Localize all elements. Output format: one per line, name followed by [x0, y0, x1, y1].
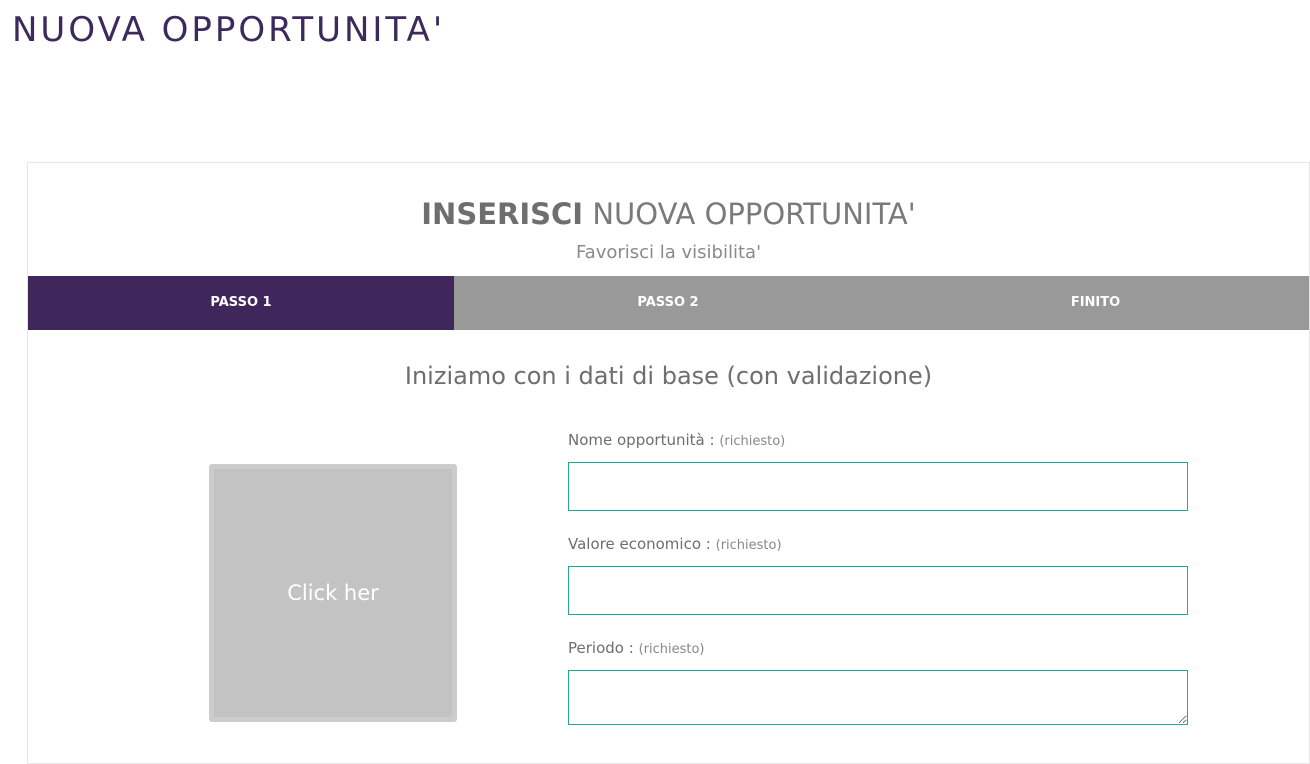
- period-textarea[interactable]: [568, 670, 1188, 725]
- value-label-text: Valore economico :: [568, 535, 711, 553]
- period-required-hint: (richiesto): [638, 642, 705, 657]
- name-field-label: Nome opportunità : (richiesto): [568, 431, 785, 449]
- opportunity-name-input[interactable]: [568, 462, 1188, 511]
- image-upload-area[interactable]: Click her: [209, 464, 457, 722]
- page-title: NUOVA OPPORTUNITA': [12, 10, 446, 50]
- period-field-label: Periodo : (richiesto): [568, 639, 704, 657]
- name-label-text: Nome opportunità :: [568, 431, 715, 449]
- value-required-hint: (richiesto): [715, 538, 782, 553]
- card-heading: INSERISCI NUOVA OPPORTUNITA': [28, 197, 1309, 231]
- opportunity-card: INSERISCI NUOVA OPPORTUNITA' Favorisci l…: [27, 162, 1310, 764]
- period-label-text: Periodo :: [568, 639, 634, 657]
- image-upload-label: Click her: [287, 581, 379, 605]
- card-heading-rest: NUOVA OPPORTUNITA': [592, 197, 916, 231]
- card-heading-strong: INSERISCI: [421, 197, 584, 231]
- value-field-label: Valore economico : (richiesto): [568, 535, 782, 553]
- step-2-tab[interactable]: PASSO 2: [454, 276, 882, 330]
- card-subheading: Favorisci la visibilita': [575, 242, 762, 263]
- step-finish-tab[interactable]: FINITO: [882, 276, 1309, 330]
- economic-value-input[interactable]: [568, 566, 1188, 615]
- section-title: Iniziamo con i dati di base (con validaz…: [404, 362, 933, 390]
- name-required-hint: (richiesto): [719, 434, 786, 449]
- wizard-steps: PASSO 1 PASSO 2 FINITO: [28, 276, 1309, 330]
- step-1-tab[interactable]: PASSO 1: [28, 276, 454, 330]
